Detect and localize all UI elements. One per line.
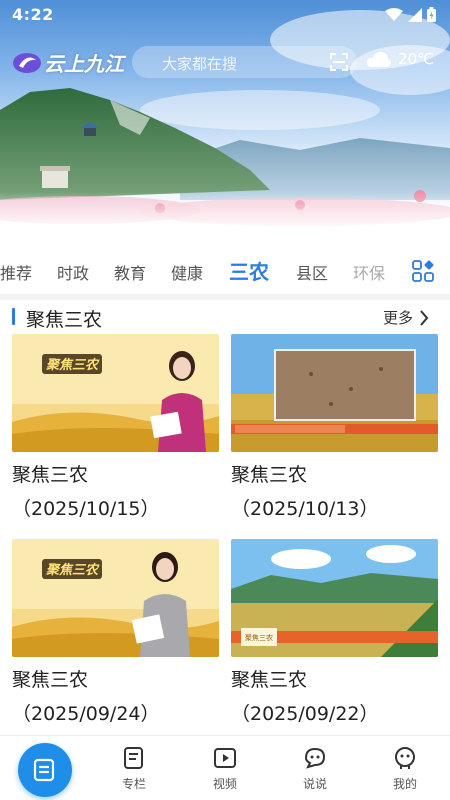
column-icon [124,747,143,769]
anchor-studio-image: 聚焦三农 [12,539,219,657]
card-title[interactable]: 聚焦三农 [12,458,219,492]
search-placeholder: 大家都在搜 [162,55,238,73]
section-header: 聚焦三农 更多 [0,302,450,334]
tab-politics[interactable]: 时政 [57,260,89,284]
nav-column[interactable]: 专栏 [104,746,164,792]
nav-label: 说说 [302,777,327,791]
weather-temperature: 20℃ [398,50,434,68]
scan-icon[interactable] [329,52,349,72]
top-bar: 云上九江 大家都在搜 20℃ [0,42,450,82]
news-home-icon [33,758,55,782]
card-title[interactable]: 聚焦三农 [231,663,438,697]
section-title: 聚焦三农 [26,309,103,331]
video-thumbnail[interactable]: 聚焦三农 [231,539,438,657]
status-bar: 4:22 [0,0,450,30]
hero-banner: 4:22 云上九江 大家都在搜 20℃ [0,0,450,232]
nav-chat[interactable]: 说说 [285,746,345,792]
nav-video[interactable]: 视频 [195,746,255,792]
status-icons [385,7,436,22]
card-date: （2025/09/24） [12,703,160,725]
search-input[interactable]: 大家都在搜 [132,46,357,78]
anchor-studio-image: 聚焦三农 [12,334,219,452]
more-link[interactable]: 更多 [383,307,429,328]
category-tabs: 推荐 时政 教育 健康 三农 县区 环保 [0,252,450,288]
tab-education[interactable]: 教育 [114,260,146,284]
thumb-caption: 聚焦三农 [245,633,273,642]
tab-environment[interactable]: 环保 [353,260,385,284]
chevron-right-icon [420,309,429,326]
news-card[interactable]: 聚焦三农 聚焦三农 （2025/09/24） [12,539,219,731]
category-grid-icon[interactable] [412,260,434,282]
section-accent-bar [12,308,15,325]
thumb-caption: 聚焦三农 [45,562,100,578]
more-label: 更多 [383,309,414,327]
nav-label: 我的 [392,777,417,791]
signal-icon [408,7,422,22]
wifi-icon [385,7,403,21]
nav-label: 专栏 [121,777,146,791]
village-landscape-image: 聚焦三农 [231,539,438,657]
video-thumbnail[interactable]: 聚焦三农 [12,539,219,657]
card-date: （2025/09/22） [231,703,379,725]
card-date: （2025/10/13） [231,498,379,520]
card-title[interactable]: 聚焦三农 [231,458,438,492]
news-card[interactable]: 聚焦三农 聚焦三农 （2025/10/15） [12,334,219,526]
app-logo[interactable]: 云上九江 [12,48,124,77]
tab-recommend[interactable]: 推荐 [0,260,32,284]
tab-county[interactable]: 县区 [296,260,328,284]
news-card[interactable]: 聚焦三农 （2025/10/13） [231,334,438,526]
status-time: 4:22 [12,5,54,24]
cloud-icon [366,51,392,67]
hero-fade-overlay [0,192,450,232]
tab-agriculture[interactable]: 三农 [229,256,269,285]
logo-text: 云上九江 [44,52,124,76]
news-card[interactable]: 聚焦三农 聚焦三农 （2025/09/22） [231,539,438,731]
battery-icon [427,7,436,22]
video-thumbnail[interactable]: 聚焦三农 [12,334,219,452]
tab-health[interactable]: 健康 [171,260,203,284]
weather-widget[interactable]: 20℃ [366,50,434,68]
chat-icon [304,747,326,769]
field-report-image [231,334,438,452]
video-thumbnail[interactable] [231,334,438,452]
thumb-caption: 聚焦三农 [45,357,100,373]
video-icon [214,748,236,768]
home-tab-button[interactable] [18,743,72,797]
nav-profile[interactable]: 我的 [375,746,435,792]
nav-label: 视频 [212,777,237,791]
bottom-navigation: 专栏 视频 说说 我的 [0,735,450,800]
profile-icon [395,747,415,769]
section-divider [0,294,450,300]
card-title[interactable]: 聚焦三农 [12,663,219,697]
logo-mark-icon [13,52,41,73]
card-date: （2025/10/15） [12,498,160,520]
